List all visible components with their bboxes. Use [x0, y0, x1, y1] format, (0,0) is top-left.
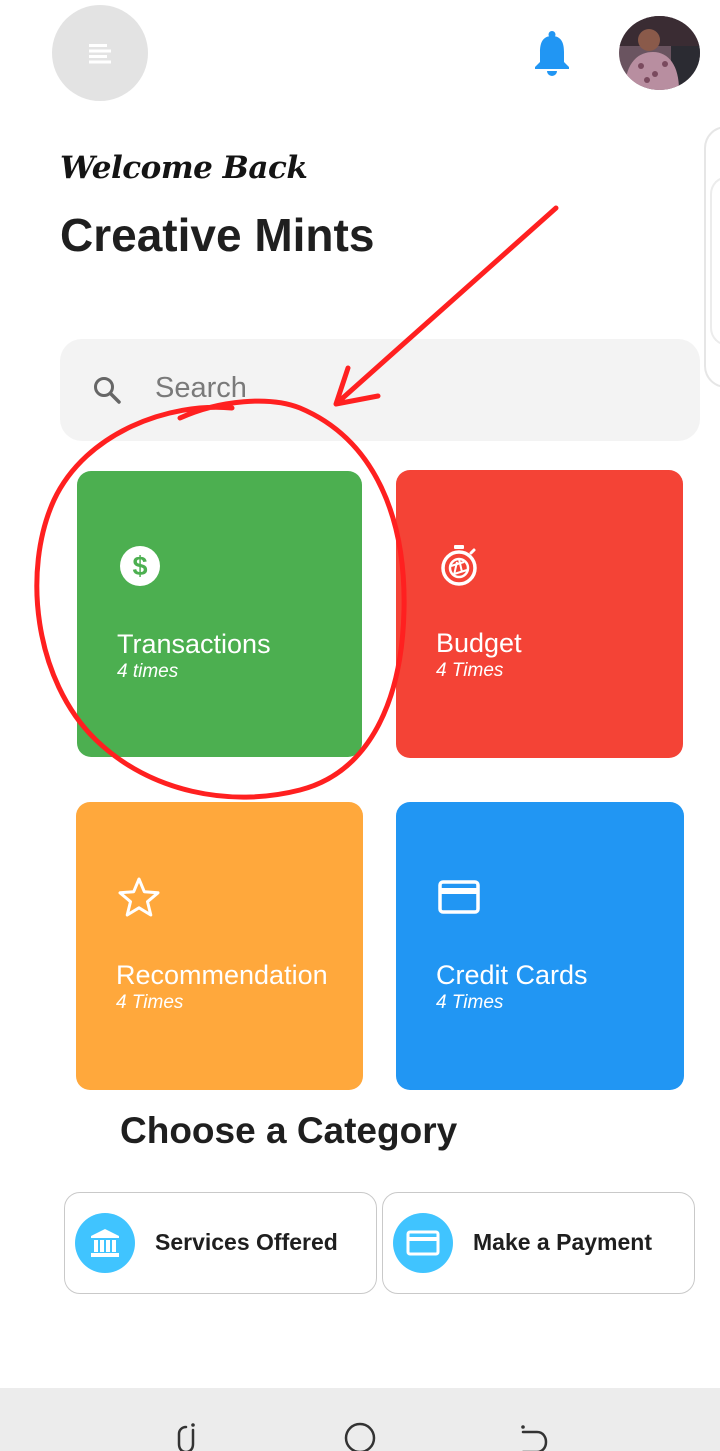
avatar[interactable]	[619, 16, 700, 90]
search-input[interactable]	[155, 365, 655, 411]
tile-title: Recommendation	[116, 960, 328, 990]
tile-transactions[interactable]: $ Transactions 4 times	[77, 471, 362, 757]
edge-panel[interactable]	[704, 126, 720, 388]
tile-recommendation[interactable]: Recommendation 4 Times	[76, 802, 363, 1090]
welcome-text: Welcome Back	[60, 150, 308, 186]
tile-title: Budget	[436, 628, 522, 658]
home-icon[interactable]	[340, 1418, 380, 1451]
tile-subtitle: 4 times	[117, 661, 179, 682]
category-services-offered[interactable]: Services Offered	[64, 1192, 377, 1294]
tile-title: Transactions	[117, 629, 271, 659]
tile-subtitle: 4 Times	[116, 992, 184, 1013]
category-label: Services Offered	[155, 1229, 338, 1255]
tile-subtitle: 4 Times	[436, 660, 504, 681]
dollar-icon: $	[120, 546, 160, 586]
section-title: Choose a Category	[120, 1110, 458, 1151]
svg-text:$: $	[132, 551, 147, 581]
system-nav-bar	[0, 1388, 720, 1451]
bell-icon[interactable]	[533, 30, 571, 76]
user-name: Creative Mints	[60, 209, 375, 261]
credit-card-icon	[393, 1213, 453, 1273]
tile-credit-cards[interactable]: Credit Cards 4 Times	[396, 802, 684, 1090]
credit-card-icon	[438, 880, 480, 914]
bank-icon	[75, 1213, 135, 1273]
star-icon	[118, 877, 160, 917]
tile-title: Credit Cards	[436, 960, 588, 990]
category-make-a-payment[interactable]: Make a Payment	[382, 1192, 695, 1294]
back-icon[interactable]	[513, 1418, 553, 1451]
tile-budget[interactable]: Budget 4 Times	[396, 470, 683, 758]
tile-subtitle: 4 Times	[436, 992, 504, 1013]
search-icon	[94, 377, 121, 404]
menu-lines-icon	[89, 44, 111, 64]
menu-button[interactable]	[52, 5, 148, 101]
search-box[interactable]	[60, 339, 700, 441]
category-label: Make a Payment	[473, 1229, 652, 1255]
stopwatch-icon	[441, 545, 477, 586]
recents-icon[interactable]	[166, 1418, 206, 1451]
